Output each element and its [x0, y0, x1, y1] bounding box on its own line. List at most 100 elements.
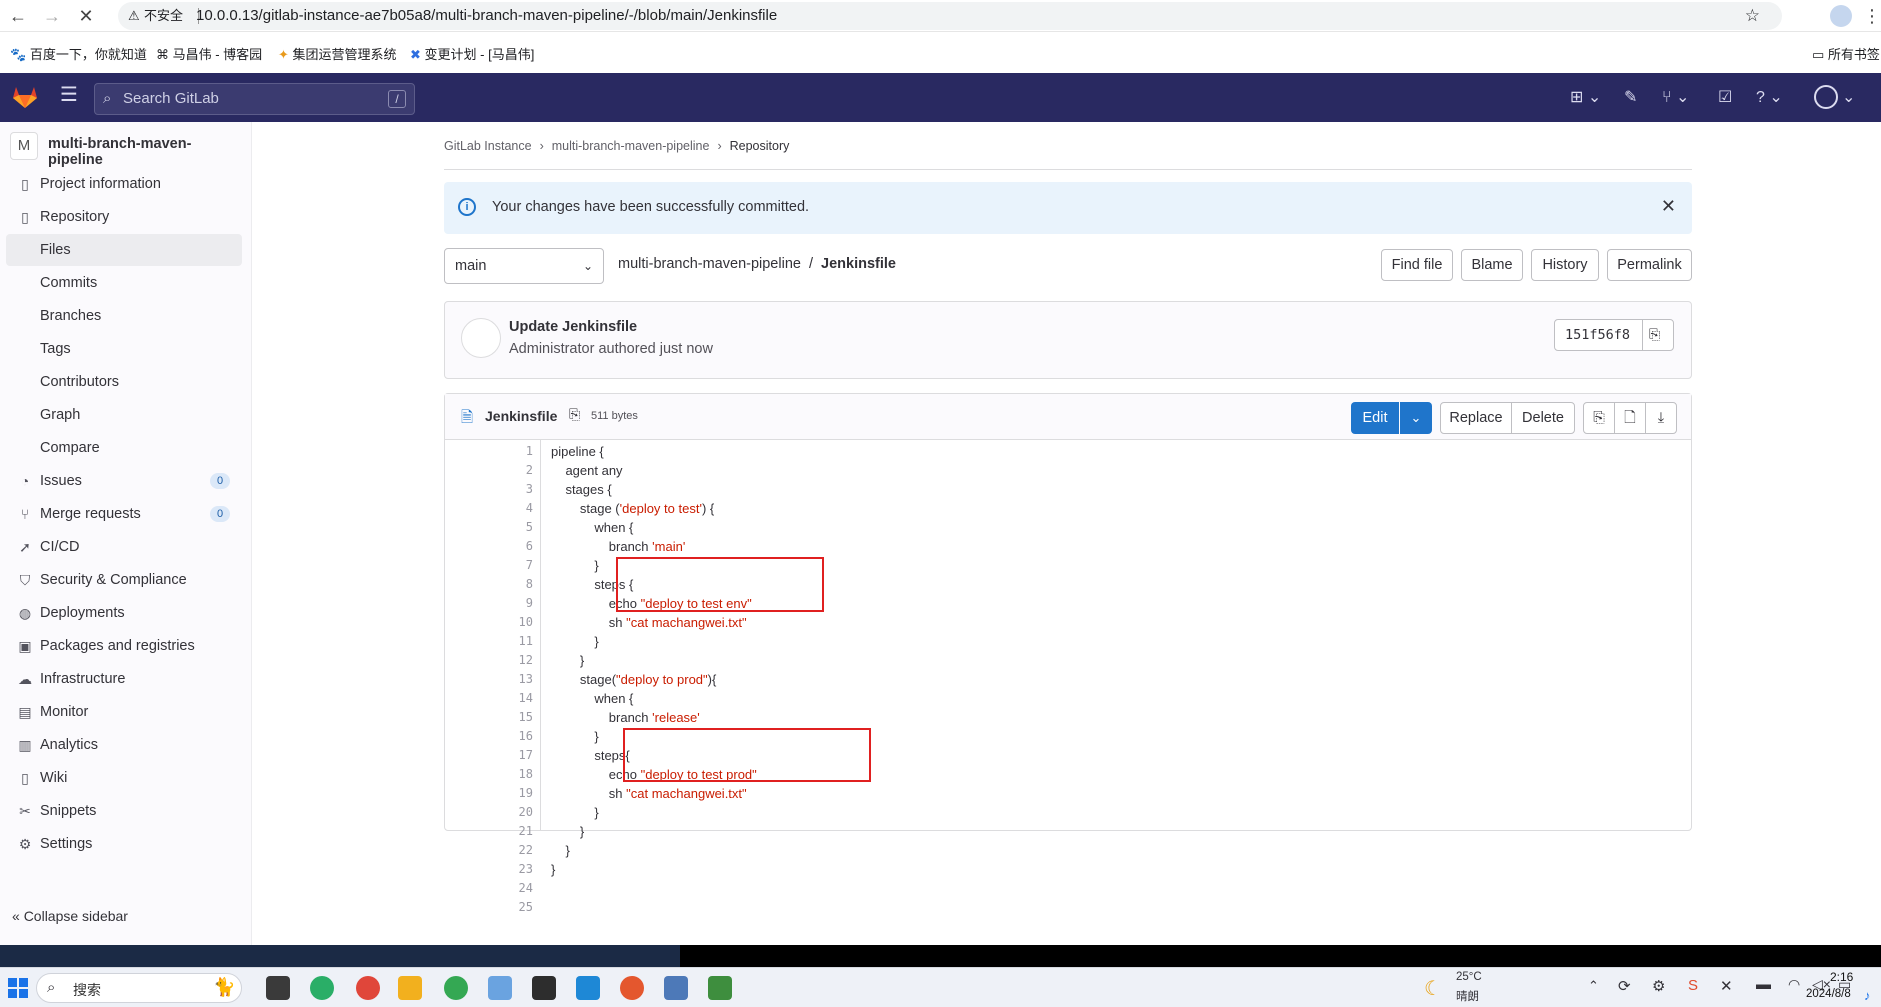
- line-number[interactable]: 15: [445, 708, 533, 727]
- sidebar-item-analytics[interactable]: ▥ Analytics: [6, 729, 242, 761]
- create-new-icon[interactable]: ⊞ ⌄: [1570, 87, 1601, 109]
- sidebar-item-files[interactable]: Files: [6, 234, 242, 266]
- sidebar-item-ci-cd[interactable]: ➚ CI/CD: [6, 531, 242, 563]
- line-number[interactable]: 23: [445, 860, 533, 879]
- bookmark-change-plan[interactable]: ✖ 变更计划 - [马昌伟]: [410, 44, 534, 63]
- line-number[interactable]: 8: [445, 575, 533, 594]
- breadcrumb-item[interactable]: GitLab Instance: [444, 139, 532, 153]
- address-bar[interactable]: ⚠ 不安全 10.0.0.13/gitlab-instance-ae7b05a8…: [118, 2, 1782, 30]
- star-bookmark-icon[interactable]: ☆: [1745, 2, 1760, 30]
- commit-title[interactable]: Update Jenkinsfile: [509, 319, 637, 335]
- monitor-app-icon[interactable]: [664, 976, 688, 1000]
- line-number[interactable]: 18: [445, 765, 533, 784]
- issues-icon[interactable]: ✎: [1624, 87, 1637, 109]
- line-number[interactable]: 21: [445, 822, 533, 841]
- windows-start-icon[interactable]: [8, 978, 28, 998]
- search-input[interactable]: ⌕ Search GitLab /: [94, 83, 415, 115]
- sidebar-item-commits[interactable]: Commits: [6, 267, 242, 299]
- line-number[interactable]: 9: [445, 594, 533, 613]
- gitlab-logo-icon[interactable]: [12, 85, 38, 109]
- sidebar-item-settings[interactable]: ⚙ Settings: [6, 828, 242, 860]
- commit-sha[interactable]: 151f56f8: [1565, 327, 1630, 343]
- line-number[interactable]: 17: [445, 746, 533, 765]
- line-number[interactable]: 12: [445, 651, 533, 670]
- forward-arrow-icon[interactable]: →: [40, 4, 64, 28]
- sidebar-item-wiki[interactable]: ▯ Wiki: [6, 762, 242, 794]
- hamburger-menu-icon[interactable]: ☰: [60, 84, 78, 106]
- editor-icon[interactable]: [708, 976, 732, 1000]
- line-number[interactable]: 22: [445, 841, 533, 860]
- line-number[interactable]: 25: [445, 898, 533, 917]
- line-number[interactable]: 5: [445, 518, 533, 537]
- sidebar-item-merge-requests[interactable]: ⑂ Merge requests 0: [6, 498, 242, 530]
- user-avatar-icon[interactable]: [1814, 85, 1838, 109]
- terminal-icon[interactable]: [532, 976, 556, 1000]
- download-icon[interactable]: ⤓: [1645, 402, 1677, 434]
- sidebar-item-project-information[interactable]: ▯ Project information: [6, 168, 242, 200]
- sidebar-project[interactable]: M multi-branch-maven-pipeline: [8, 130, 244, 168]
- copy-contents-icon[interactable]: ⎘: [1583, 402, 1615, 434]
- tray-app-icon[interactable]: ✕: [1720, 977, 1733, 995]
- line-number[interactable]: 16: [445, 727, 533, 746]
- line-number[interactable]: 14: [445, 689, 533, 708]
- sidebar-item-tags[interactable]: Tags: [6, 333, 242, 365]
- history-button[interactable]: History: [1531, 249, 1599, 281]
- line-number[interactable]: 24: [445, 879, 533, 898]
- permalink-button[interactable]: Permalink: [1607, 249, 1692, 281]
- sidebar-item-security-compliance[interactable]: ⛉ Security & Compliance: [6, 564, 242, 596]
- wifi-icon[interactable]: ◠: [1788, 976, 1800, 993]
- chevron-up-icon[interactable]: ⌃: [1588, 978, 1599, 994]
- app-icon[interactable]: [620, 976, 644, 1000]
- delete-button[interactable]: Delete: [1511, 402, 1575, 434]
- remote-desktop-icon[interactable]: [576, 976, 600, 1000]
- close-icon[interactable]: ✕: [1661, 196, 1676, 217]
- line-number[interactable]: 3: [445, 480, 533, 499]
- line-number[interactable]: 1: [445, 442, 533, 461]
- line-number[interactable]: 13: [445, 670, 533, 689]
- tray-app-icon[interactable]: S: [1688, 977, 1698, 994]
- tray-app-icon[interactable]: ⟳: [1618, 977, 1631, 995]
- help-icon[interactable]: ? ⌄: [1756, 87, 1783, 109]
- chrome-icon[interactable]: [444, 976, 468, 1000]
- sidebar-item-packages-and-registries[interactable]: ▣ Packages and registries: [6, 630, 242, 662]
- folder-icon[interactable]: [398, 976, 422, 1000]
- line-number[interactable]: 4: [445, 499, 533, 518]
- line-number[interactable]: 10: [445, 613, 533, 632]
- copy-path-icon[interactable]: ⎘: [569, 406, 580, 423]
- breadcrumb-item[interactable]: Repository: [730, 139, 790, 153]
- todo-icon[interactable]: ☑: [1718, 87, 1732, 109]
- copy-icon[interactable]: ⎘: [1649, 326, 1660, 343]
- line-number[interactable]: 20: [445, 803, 533, 822]
- notification-bell-icon[interactable]: ♪: [1864, 988, 1871, 1003]
- line-number[interactable]: 19: [445, 784, 533, 803]
- sidebar-item-repository[interactable]: ▯ Repository: [6, 201, 242, 233]
- open-raw-icon[interactable]: 🗋: [1614, 402, 1646, 434]
- network-icon[interactable]: [488, 976, 512, 1000]
- merge-requests-icon[interactable]: ⑂ ⌄: [1662, 87, 1689, 109]
- bookmark-cnblogs[interactable]: ⌘ 马昌伟 - 博客园: [156, 44, 262, 63]
- blame-button[interactable]: Blame: [1461, 249, 1523, 281]
- line-number[interactable]: 7: [445, 556, 533, 575]
- collapse-sidebar-button[interactable]: « Collapse sidebar: [12, 908, 128, 924]
- sidebar-item-graph[interactable]: Graph: [6, 399, 242, 431]
- sidebar-item-issues[interactable]: ◔ Issues 0: [6, 465, 242, 497]
- line-number[interactable]: 2: [445, 461, 533, 480]
- find-file-button[interactable]: Find file: [1381, 249, 1453, 281]
- clock-date[interactable]: 2024/8/8: [1806, 988, 1851, 1000]
- back-arrow-icon[interactable]: ←: [6, 4, 30, 28]
- path-project-link[interactable]: multi-branch-maven-pipeline: [618, 256, 801, 272]
- wechat-icon[interactable]: [310, 976, 334, 1000]
- bookmark-all[interactable]: ▭ 所有书签: [1812, 44, 1880, 63]
- branch-selector[interactable]: main ⌄: [444, 248, 604, 284]
- sidebar-item-snippets[interactable]: ✂ Snippets: [6, 795, 242, 827]
- menu-dots-icon[interactable]: ⋮: [1860, 4, 1881, 28]
- taskbar-search[interactable]: ⌕ 搜索 🐈: [36, 973, 242, 1003]
- stop-loading-icon[interactable]: ✕: [74, 4, 98, 28]
- app-icon[interactable]: [266, 976, 290, 1000]
- sidebar-item-compare[interactable]: Compare: [6, 432, 242, 464]
- replace-button[interactable]: Replace: [1440, 402, 1512, 434]
- tray-app-icon[interactable]: ⚙: [1652, 977, 1665, 995]
- breadcrumb-item[interactable]: multi-branch-maven-pipeline: [552, 139, 710, 153]
- sidebar-item-deployments[interactable]: ◍ Deployments: [6, 597, 242, 629]
- sidebar-item-contributors[interactable]: Contributors: [6, 366, 242, 398]
